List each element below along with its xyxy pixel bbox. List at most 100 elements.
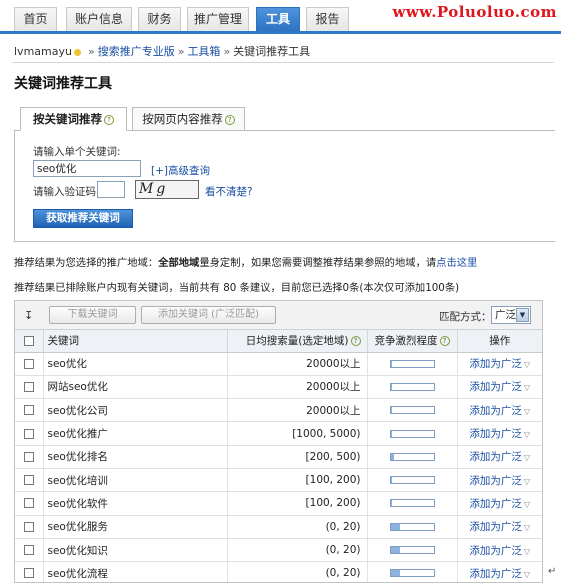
competition-bar [389,476,435,485]
add-broad-link[interactable]: 添加为广泛 ▽ [469,358,530,370]
row-checkbox[interactable] [23,498,34,509]
change-region-link[interactable]: 点击这里 [436,257,477,269]
row-checkbox[interactable] [23,451,34,462]
action-cell: 添加为广泛 ▽ [457,398,542,423]
chevron-down-icon[interactable]: ▽ [524,500,530,509]
competition-fill [390,453,394,460]
chevron-down-icon[interactable]: ▽ [524,523,530,532]
keyword-cell: seo优化服务 [43,515,228,539]
nav-tab-account[interactable]: 账户信息 [66,7,132,31]
nav-tab-promotion[interactable]: 推广管理 [187,7,249,31]
row-checkbox[interactable] [23,381,34,392]
row-checkbox-cell [15,468,44,493]
competition-cell [367,468,458,493]
tab-by-webpage[interactable]: 按网页内容推荐? [132,107,245,131]
volume-cell: [100, 200) [227,491,368,516]
add-broad-link[interactable]: 添加为广泛 ▽ [469,405,530,417]
action-cell: 添加为广泛 ▽ [457,561,542,582]
region-info: 推荐结果为您选择的推广地域：全部地域量身定制，如果您需要调整推荐结果参照的地域，… [14,254,477,269]
row-checkbox[interactable] [23,428,34,439]
action-cell: 添加为广泛 ▽ [457,421,542,446]
keyword-cell: seo优化推广 [43,421,228,446]
volume-cell: (0, 20) [227,515,368,539]
captcha-input[interactable] [97,181,125,198]
help-icon[interactable]: ? [224,114,235,125]
download-keywords-button[interactable]: 下载关键词 [49,306,136,324]
breadcrumb-current: 关键词推荐工具 [233,45,311,58]
keyword-input[interactable] [33,160,141,177]
action-cell: 添加为广泛 ▽ [457,468,542,493]
add-broad-link[interactable]: 添加为广泛 ▽ [469,545,530,557]
nav-tab-home[interactable]: 首页 [14,7,57,31]
row-checkbox[interactable] [23,545,34,556]
header-competition[interactable]: 竞争激烈程度? [367,330,458,353]
add-keywords-button[interactable]: 添加关键词 (广泛匹配) [141,306,276,324]
add-broad-link[interactable]: 添加为广泛 ▽ [469,451,530,463]
row-checkbox-cell [15,515,44,539]
chevron-down-icon[interactable]: ▽ [524,570,530,579]
keyword-label: 请输入单个关键词: [33,146,121,158]
keyword-cell: seo优化流程 [43,561,228,582]
add-broad-link[interactable]: 添加为广泛 ▽ [469,428,530,440]
volume-cell: [100, 200) [227,468,368,493]
breadcrumb-sep: » [177,45,185,58]
tab-by-keyword[interactable]: 按关键词推荐? [20,107,127,131]
help-icon[interactable]: ? [350,336,361,347]
breadcrumb-link-toolbox[interactable]: 工具箱 [187,45,220,58]
row-checkbox-cell [15,561,44,582]
row-checkbox[interactable] [23,358,34,369]
select-all-checkbox[interactable] [23,335,34,346]
competition-fill [390,430,392,437]
add-broad-link[interactable]: 添加为广泛 ▽ [469,475,530,487]
match-type-value: 广泛 [495,309,516,321]
competition-cell [367,515,458,539]
row-checkbox[interactable] [23,521,34,532]
chevron-down-icon[interactable]: ▽ [524,360,530,369]
row-checkbox[interactable] [23,405,34,416]
advanced-query-link[interactable]: [+]高级查询 [151,163,210,178]
help-icon[interactable]: ? [439,336,450,347]
add-broad-link[interactable]: 添加为广泛 ▽ [469,521,530,533]
chevron-down-icon[interactable]: ▽ [524,453,530,462]
chevron-down-icon[interactable]: ▽ [524,547,530,556]
refresh-captcha-link[interactable]: 看不清楚? [205,184,253,199]
row-checkbox-cell [15,375,44,400]
chevron-down-icon[interactable]: ▽ [524,407,530,416]
header-keyword[interactable]: 关键词 [43,330,228,353]
tab-label: 按关键词推荐 [33,112,102,126]
table-row: seo优化知识 (0, 20) 添加为广泛 ▽ [15,538,542,563]
nav-tab-finance[interactable]: 财务 [138,7,181,31]
row-checkbox[interactable] [23,475,34,486]
match-type-select[interactable]: 广泛 ▼ [491,306,531,324]
action-label: 添加为广泛 [469,521,522,534]
row-checkbox[interactable] [23,568,34,579]
volume-cell: 20000以上 [227,398,368,423]
add-broad-link[interactable]: 添加为广泛 ▽ [469,498,530,510]
row-checkbox-cell [15,445,44,469]
breadcrumb-link-sem[interactable]: 搜索推广专业版 [98,45,175,58]
chevron-down-icon[interactable]: ▽ [524,430,530,439]
info-text: 量身定制，如果您需要调整推荐结果参照的地域，请 [199,257,437,269]
chevron-down-icon[interactable]: ▽ [524,383,530,392]
sort-icon[interactable]: ↧ [24,309,33,322]
header-search-volume[interactable]: 日均搜索量(选定地域)? [227,330,368,353]
nav-tab-tools[interactable]: 工具 [256,7,300,31]
nav-tab-reports[interactable]: 报告 [306,7,349,31]
add-broad-link[interactable]: 添加为广泛 ▽ [469,568,530,580]
competition-bar [389,452,435,461]
add-broad-link[interactable]: 添加为广泛 ▽ [469,381,530,393]
competition-fill [390,500,392,507]
action-label: 添加为广泛 [469,497,522,510]
keyword-cell: seo优化排名 [43,445,228,469]
competition-cell [367,421,458,446]
action-label: 添加为广泛 [469,381,522,394]
breadcrumb-sep: » [223,45,231,58]
chevron-down-icon[interactable]: ▽ [524,477,530,486]
volume-cell: (0, 20) [227,561,368,582]
table-row: 网站seo优化 20000以上 添加为广泛 ▽ [15,375,542,400]
competition-fill [390,383,392,390]
action-cell: 添加为广泛 ▽ [457,515,542,539]
get-keywords-button[interactable]: 获取推荐关键词 [33,209,133,228]
help-icon[interactable]: ? [104,114,114,125]
competition-fill [390,570,400,577]
